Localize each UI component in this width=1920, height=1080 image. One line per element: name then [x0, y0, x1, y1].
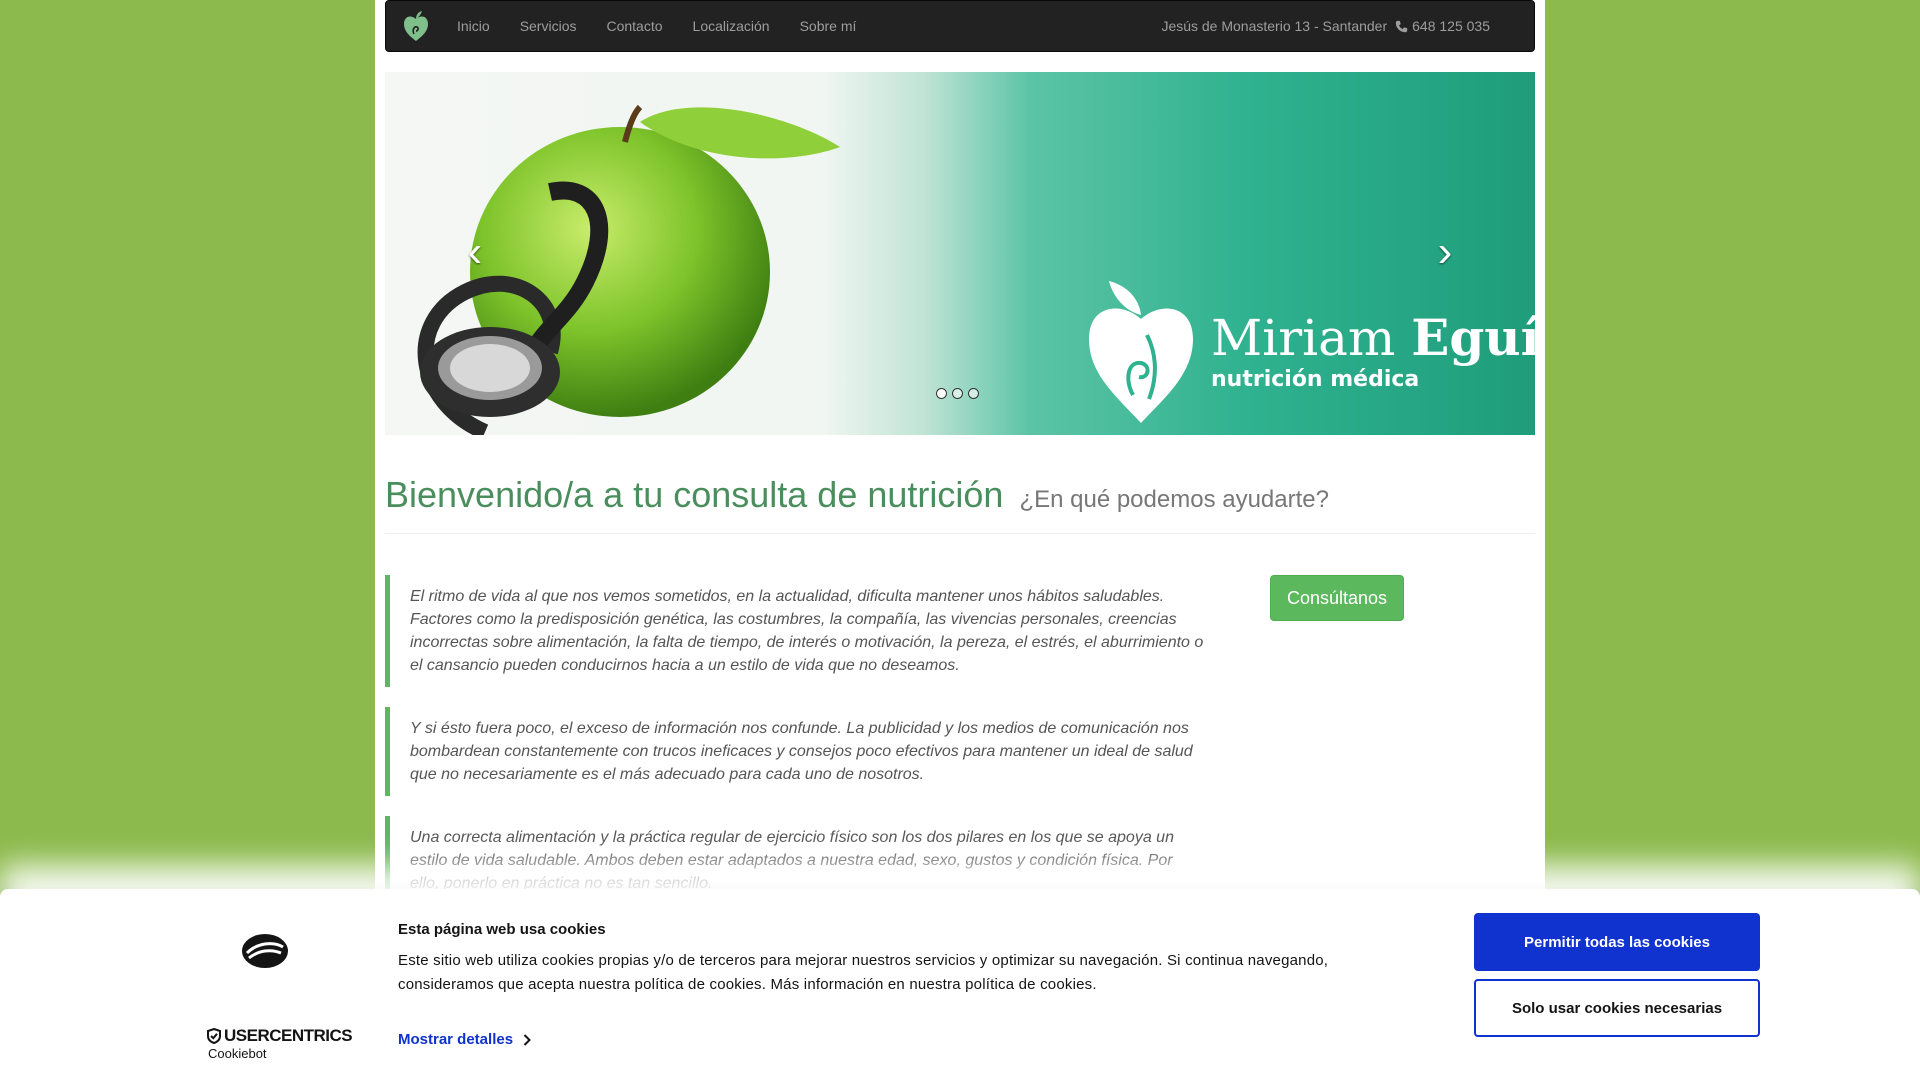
- nav-link-localizacion[interactable]: Localización: [678, 1, 785, 51]
- carousel-indicator-2[interactable]: [952, 388, 963, 399]
- cookiebot-logo-icon: [242, 934, 288, 968]
- logo-subtitle: nutrición médica: [1211, 366, 1420, 392]
- allow-all-cookies-button[interactable]: Permitir todas las cookies: [1474, 913, 1760, 971]
- heart-apple-logo-icon: [1089, 281, 1193, 423]
- nav-link-inicio[interactable]: Inicio: [442, 1, 505, 51]
- page-subtitle: ¿En qué podemos ayudarte?: [1019, 486, 1329, 513]
- carousel-indicator-1[interactable]: [936, 388, 947, 399]
- apple-heart-logo-icon: [404, 11, 428, 41]
- brand-logo-link[interactable]: [394, 1, 438, 51]
- usercentrics-logo: USERCENTRICS Cookiebot: [207, 1026, 353, 1061]
- logo-name: Miriam Eguía: [1211, 307, 1535, 367]
- top-navbar: Inicio Servicios Contacto Localización S…: [385, 0, 1535, 52]
- carousel-next-arrow[interactable]: ›: [1425, 230, 1465, 274]
- carousel-indicators: [936, 388, 979, 399]
- chevron-right-icon: [523, 1033, 531, 1046]
- logo-text: Miriam Eguía nutrición médica: [1211, 307, 1535, 392]
- quote-1: El ritmo de vida al que nos vemos someti…: [385, 575, 1225, 687]
- carousel-indicator-3[interactable]: [968, 388, 979, 399]
- page-title: Bienvenido/a a tu consulta de nutrición …: [385, 474, 1329, 515]
- carousel-prev-arrow[interactable]: ‹: [455, 230, 495, 274]
- shield-icon: [207, 1028, 221, 1044]
- quote-2: Y si ésto fuera poco, el exceso de infor…: [385, 707, 1225, 796]
- consult-button[interactable]: Consúltanos: [1270, 575, 1404, 621]
- phone-icon: [1395, 20, 1408, 32]
- cookie-banner-text: Este sitio web utiliza cookies propias y…: [398, 952, 1329, 993]
- nav-contact-info: Jesús de Monasterio 13 - Santander 648 1…: [1161, 18, 1490, 34]
- phone-number: 648 125 035: [1412, 18, 1490, 34]
- only-necessary-cookies-button[interactable]: Solo usar cookies necesarias: [1474, 979, 1760, 1037]
- phone-info: 648 125 035: [1395, 18, 1490, 34]
- nav-link-contacto[interactable]: Contacto: [591, 1, 677, 51]
- cookiebot-label: Cookiebot: [208, 1046, 267, 1061]
- nav-link-servicios[interactable]: Servicios: [505, 1, 592, 51]
- show-details-label: Mostrar detalles: [398, 1031, 514, 1048]
- show-details-link[interactable]: Mostrar detalles: [398, 1031, 531, 1048]
- cookie-consent-banner: USERCENTRICS Cookiebot Esta página web u…: [0, 889, 1920, 1080]
- nav-links: Inicio Servicios Contacto Localización S…: [442, 1, 871, 51]
- miriam-eguia-logo: Miriam Eguía nutrición médica: [1085, 277, 1535, 425]
- cookie-banner-title: Esta página web usa cookies: [398, 921, 606, 938]
- hero-carousel: ‹ › Miriam Eguía nutrición médica: [385, 72, 1535, 435]
- address-text: Jesús de Monasterio 13 - Santander: [1161, 18, 1388, 34]
- nav-link-sobre-mi[interactable]: Sobre mí: [785, 1, 872, 51]
- welcome-header: Bienvenido/a a tu consulta de nutrición …: [385, 470, 1535, 534]
- usercentrics-name: USERCENTRICS: [224, 1026, 353, 1045]
- intro-quotes: El ritmo de vida al que nos vemos someti…: [385, 575, 1225, 925]
